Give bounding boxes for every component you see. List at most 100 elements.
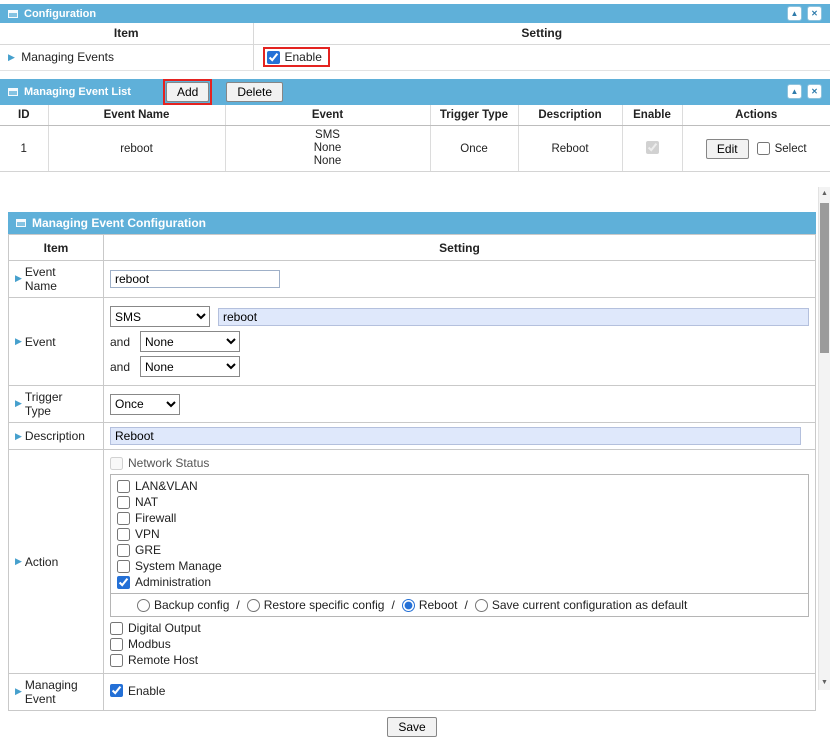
config-column-header-setting: Setting [253,23,830,44]
row-enable-checkbox [646,141,659,154]
remote-host-label: Remote Host [128,653,198,667]
administration-options-row: Backup config / Restore specific config … [111,593,808,616]
row-select-label: Select [775,143,807,155]
managing-events-row: ▶ Managing Events Enable [0,44,830,70]
collapse-icon[interactable]: ▲ [787,6,802,21]
system-manage-checkbox[interactable] [117,560,130,573]
cfg-column-header-setting: Setting [104,235,816,261]
managing-event-list-title: Managing Event List [24,86,131,98]
trigger-type-select[interactable]: Once [110,394,180,415]
backup-config-radio[interactable] [137,599,150,612]
event-third-select[interactable]: None [140,356,240,377]
description-setting-cell [104,423,816,450]
window-icon [8,88,18,96]
row-select-checkbox[interactable] [757,142,770,155]
vertical-scrollbar[interactable]: ▲ ▼ [818,187,830,690]
managing-event-enable-checkbox[interactable] [110,684,123,697]
managing-event-item-cell: ▶Managing Event [9,674,104,711]
list-column-event-name: Event Name [48,105,225,126]
panel-header-buttons: ▲ ✕ [787,84,822,99]
collapse-icon[interactable]: ▲ [787,84,802,99]
event-setting-cell: SMS and None and None [104,298,816,386]
config-column-header-item: Item [0,23,253,44]
managing-event-list-panel: Managing Event List Add Delete ▲ ✕ ID Ev… [0,79,830,173]
remote-host-checkbox[interactable] [110,654,123,667]
managing-event-configuration-panel: Managing Event Configuration Item Settin… [8,212,816,737]
event-name-item-cell: ▶Event Name [9,261,104,298]
row-actions-cell: Edit Select [682,126,830,172]
list-column-actions: Actions [682,105,830,126]
close-icon[interactable]: ✕ [807,6,822,21]
gre-label: GRE [135,543,161,557]
digital-output-checkbox[interactable] [110,622,123,635]
event-line-1: SMS [228,129,428,142]
trigger-type-label: Trigger Type [25,390,91,418]
administration-checkbox[interactable] [117,576,130,589]
administration-label: Administration [135,575,211,589]
row-event-name-cell: reboot [48,126,225,172]
network-status-label: Network Status [128,456,209,470]
event-name-input[interactable] [110,270,280,288]
reboot-radio[interactable] [402,599,415,612]
edit-button[interactable]: Edit [706,139,749,159]
event-value-input[interactable] [218,308,809,326]
network-status-checkbox [110,457,123,470]
description-input[interactable] [110,427,801,445]
managing-events-setting-cell: Enable [253,44,830,70]
description-row: ▶Description [9,423,816,450]
description-label: Description [25,429,85,443]
managing-event-row: ▶Managing Event Enable [9,674,816,711]
row-arrow-icon: ▶ [15,556,22,566]
option-separator: / [391,598,394,612]
digital-output-label: Digital Output [128,621,201,635]
action-item-cell: ▶Action [9,450,104,674]
row-arrow-icon: ▶ [15,398,22,408]
configuration-table: Item Setting ▶ Managing Events Enable [0,23,830,71]
save-row: Save [8,711,816,737]
row-arrow-icon: ▶ [15,431,22,441]
modbus-checkbox[interactable] [110,638,123,651]
managing-event-configuration-title: Managing Event Configuration [32,216,206,230]
modbus-label: Modbus [128,637,171,651]
scroll-up-icon[interactable]: ▲ [819,187,830,201]
and-label: and [110,360,132,374]
event-list-table: ID Event Name Event Trigger Type Descrip… [0,105,830,173]
row-arrow-icon: ▶ [15,336,22,346]
system-manage-label: System Manage [135,559,222,573]
event-row: ▶Event SMS and None and [9,298,816,386]
row-arrow-icon: ▶ [8,52,15,62]
configuration-panel-header: Configuration ▲ ✕ [0,4,830,23]
lan-vlan-label: LAN&VLAN [135,479,198,493]
configuration-panel-title: Configuration [24,8,96,20]
list-column-description: Description [518,105,622,126]
managing-event-configuration-header: Managing Event Configuration [8,212,816,234]
event-line-2: None [228,142,428,155]
gre-checkbox[interactable] [117,544,130,557]
save-button[interactable]: Save [387,717,436,737]
window-icon [16,219,26,227]
panel-header-buttons: ▲ ✕ [787,6,822,21]
save-default-radio[interactable] [475,599,488,612]
lan-vlan-checkbox[interactable] [117,480,130,493]
window-icon [8,10,18,18]
restore-config-radio[interactable] [247,599,260,612]
close-icon[interactable]: ✕ [807,84,822,99]
event-configuration-table: Item Setting ▶Event Name ▶Event SMS [8,234,816,711]
scroll-down-icon[interactable]: ▼ [819,676,830,690]
add-button[interactable]: Add [166,82,209,102]
event-second-select[interactable]: None [140,331,240,352]
and-label: and [110,335,132,349]
managing-events-enable-checkbox[interactable] [267,51,280,64]
vpn-checkbox[interactable] [117,528,130,541]
action-setting-cell: Network Status LAN&VLAN NAT [104,450,816,674]
managing-event-setting-cell: Enable [104,674,816,711]
event-type-select[interactable]: SMS [110,306,210,327]
nat-checkbox[interactable] [117,496,130,509]
event-name-setting-cell [104,261,816,298]
delete-button[interactable]: Delete [226,82,283,102]
option-separator: / [236,598,239,612]
scrollbar-thumb[interactable] [820,203,829,353]
firewall-checkbox[interactable] [117,512,130,525]
event-item-cell: ▶Event [9,298,104,386]
event-name-label: Event Name [25,265,91,293]
